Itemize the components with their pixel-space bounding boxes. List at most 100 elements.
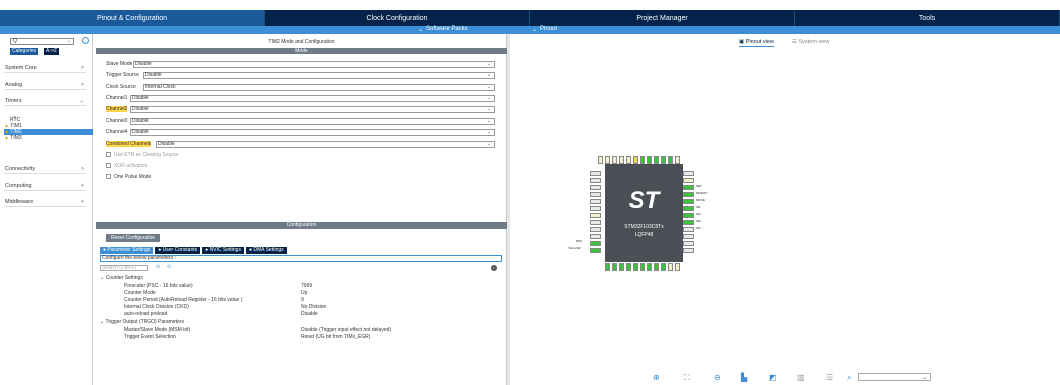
- chip-pin[interactable]: [675, 263, 680, 271]
- param-value[interactable]: 7999: [301, 283, 312, 289]
- group-trigger-output[interactable]: ⌄ Trigger Output (TRGO) Parameters: [100, 319, 184, 325]
- chip-pin[interactable]: [661, 156, 666, 164]
- chip-pin[interactable]: [683, 241, 694, 246]
- trigger-source-select[interactable]: Disable ⌄: [143, 72, 495, 79]
- category-middleware[interactable]: Middleware >: [4, 197, 86, 207]
- chip-pin[interactable]: [683, 220, 694, 225]
- chip-pin[interactable]: [683, 234, 694, 239]
- xor-activation-checkbox[interactable]: XOR activation: [106, 163, 147, 170]
- chip-pin[interactable]: [619, 156, 624, 164]
- chip-pin[interactable]: [668, 156, 673, 164]
- pin-search-select[interactable]: ⌄: [858, 373, 931, 381]
- chip-pin[interactable]: [626, 156, 631, 164]
- category-system-core[interactable]: System Core >: [4, 63, 86, 73]
- zoom-out-icon[interactable]: ⊖: [714, 373, 721, 382]
- tab-dma-settings[interactable]: ● DMA Settings: [245, 247, 287, 254]
- category-connectivity[interactable]: Connectivity >: [4, 164, 86, 174]
- chip-pin[interactable]: [683, 199, 694, 204]
- search-input[interactable]: Q ⌄: [10, 38, 74, 45]
- zoom-in-icon[interactable]: ⊕: [653, 373, 660, 382]
- channel4-select[interactable]: Disable ⌄: [130, 129, 495, 136]
- chip-pin[interactable]: [590, 206, 601, 211]
- channel3-select[interactable]: Disable ⌄: [130, 118, 495, 125]
- category-computing[interactable]: Computing >: [4, 181, 86, 191]
- chip-pin[interactable]: [590, 185, 601, 190]
- chip-pin[interactable]: [590, 241, 601, 246]
- tab-tools[interactable]: Tools: [795, 10, 1060, 26]
- search-icon[interactable]: ⌕: [847, 373, 851, 383]
- chip-pin[interactable]: [654, 156, 659, 164]
- category-timers[interactable]: Timers ⌄: [4, 96, 86, 106]
- pinout-view-tab[interactable]: ▣ Pinout view: [739, 39, 774, 47]
- chip-pin[interactable]: [661, 263, 666, 271]
- fit-icon[interactable]: ⛶: [684, 373, 690, 383]
- chip-pin[interactable]: [683, 171, 694, 176]
- chip-pin[interactable]: [683, 192, 694, 197]
- param-value[interactable]: Disable (Trigger input effect not delaye…: [301, 327, 391, 333]
- param-value[interactable]: Up: [301, 290, 307, 296]
- chip-pin[interactable]: [626, 263, 631, 271]
- chip-pin[interactable]: [590, 199, 601, 204]
- tab-parameter-settings[interactable]: ● Parameter Settings: [100, 247, 154, 254]
- chip-pin[interactable]: [590, 234, 601, 239]
- one-pulse-mode-checkbox[interactable]: One Pulse Mode: [106, 174, 151, 181]
- pinout-menu[interactable]: Pinout: [540, 26, 557, 32]
- tab-pinout-configuration[interactable]: Pinout & Configuration: [0, 10, 265, 26]
- categories-button[interactable]: Categories: [10, 48, 39, 55]
- chip-pin[interactable]: [683, 185, 694, 190]
- tab-project-manager[interactable]: Project Manager: [530, 10, 795, 26]
- chip-pin[interactable]: [605, 263, 610, 271]
- chip-pin[interactable]: [598, 156, 603, 164]
- slave-mode-select[interactable]: Disable ⌄: [133, 61, 495, 68]
- search-prev-icon[interactable]: ⊙: [156, 264, 160, 270]
- chip-pin[interactable]: [633, 156, 638, 164]
- parameter-search-input[interactable]: Search (Ctrl+F): [100, 265, 148, 271]
- search-next-icon[interactable]: ⊙: [167, 264, 171, 270]
- chip-pin[interactable]: [654, 263, 659, 271]
- chip-pin[interactable]: [683, 206, 694, 211]
- chip-pin[interactable]: [619, 263, 624, 271]
- timer-tim3[interactable]: ▲ TIM3: [4, 135, 22, 141]
- chip-pin[interactable]: [590, 192, 601, 197]
- chip-pin[interactable]: [590, 178, 601, 183]
- chip-pin[interactable]: [612, 156, 617, 164]
- chip-pin[interactable]: [640, 263, 645, 271]
- channel1-select[interactable]: Disable ⌄: [130, 95, 495, 102]
- checkbox[interactable]: [106, 174, 111, 180]
- chip-pin[interactable]: [590, 213, 601, 218]
- rotate-icon[interactable]: ◩: [769, 373, 777, 382]
- system-view-tab[interactable]: ☰ System view: [792, 39, 829, 46]
- param-value[interactable]: Reset (UG bit from TIMx_EGR): [301, 334, 370, 340]
- chip-pin[interactable]: [683, 227, 694, 232]
- chip-pin[interactable]: [647, 263, 652, 271]
- chip-pin[interactable]: [668, 263, 673, 271]
- reset-configuration-button[interactable]: Reset Configuration: [106, 234, 161, 242]
- chip-pin[interactable]: [683, 248, 694, 253]
- mcu-chip[interactable]: ST STM32F103C8Tx LQFP48: [605, 164, 683, 262]
- software-packs-menu[interactable]: Software Packs: [426, 26, 468, 32]
- checkbox[interactable]: [106, 163, 111, 169]
- chip-pin[interactable]: [612, 263, 617, 271]
- chip-pin[interactable]: [590, 248, 601, 253]
- chip-pin[interactable]: [683, 178, 694, 183]
- param-value[interactable]: No Division: [301, 304, 326, 310]
- etr-clearing-checkbox[interactable]: Use ETR as Clearing Source: [106, 152, 178, 159]
- info-icon[interactable]: i: [491, 265, 497, 271]
- chip-pin[interactable]: [590, 171, 601, 176]
- param-value[interactable]: 9: [301, 297, 304, 303]
- list-icon[interactable]: ☰: [826, 373, 833, 382]
- chip-pin[interactable]: [590, 227, 601, 232]
- chip-pin[interactable]: [605, 156, 610, 164]
- az-button[interactable]: A->Z: [44, 48, 59, 55]
- chip-pin[interactable]: [640, 156, 645, 164]
- group-counter-settings[interactable]: ⌄ Counter Settings: [100, 275, 143, 281]
- chip-pin[interactable]: [683, 213, 694, 218]
- chip-pin[interactable]: [590, 220, 601, 225]
- param-value[interactable]: Disable: [301, 311, 318, 317]
- tab-clock-configuration[interactable]: Clock Configuration: [265, 10, 530, 26]
- clock-source-select[interactable]: Internal Clock ⌄: [143, 84, 495, 91]
- gear-icon[interactable]: [82, 37, 89, 44]
- channel2-select[interactable]: Disable ⌄: [130, 106, 495, 113]
- export-icon[interactable]: ▙: [741, 373, 747, 382]
- chip-pin[interactable]: [633, 263, 638, 271]
